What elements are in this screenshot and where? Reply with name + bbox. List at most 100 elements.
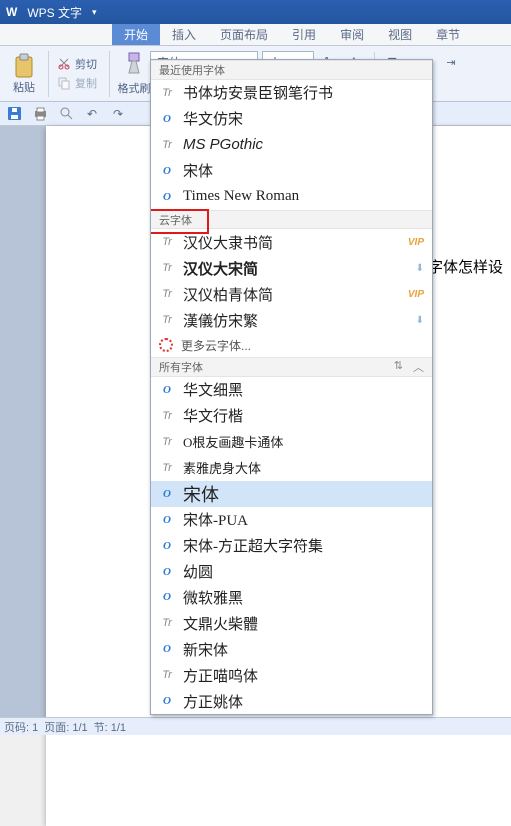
truetype-icon: Tr (159, 87, 175, 99)
chevron-up-icon[interactable]: ︿ (413, 359, 424, 375)
redo-icon[interactable]: ↷ (110, 106, 126, 122)
font-item[interactable]: O方正姚体 (151, 688, 432, 714)
font-name: 幼圆 (183, 561, 424, 582)
all-fonts-header: 所有字体 ⇅ ︿ (151, 357, 432, 377)
font-item[interactable]: O宋体 (151, 481, 432, 507)
cut-label: 剪切 (75, 56, 97, 72)
font-name: 方正喵呜体 (183, 665, 424, 686)
font-dropdown: 最近使用字体 Tr书体坊安景臣钢笔行书 O 华文仿宋 TrMS PGothic O… (150, 59, 433, 715)
brush-icon[interactable] (123, 51, 145, 80)
status-page-no: 页码: 1 (4, 719, 38, 735)
font-name: 方正姚体 (183, 691, 424, 712)
truetype-icon: Tr (159, 617, 175, 629)
font-name: 文鼎火柴體 (183, 613, 424, 634)
copy-button[interactable]: 复制 (53, 74, 101, 92)
font-item[interactable]: Tr 汉仪柏青体简 VIP (151, 281, 432, 307)
truetype-icon: Tr (159, 139, 175, 151)
font-item[interactable]: Tr 汉仪大宋简 ⬇ (151, 255, 432, 281)
font-name: 华文仿宋 (183, 108, 424, 129)
tab-chapter[interactable]: 章节 (424, 24, 472, 45)
font-name: 汉仪大宋简 (183, 258, 408, 279)
font-item[interactable]: O 微软雅黑 (151, 584, 432, 610)
copy-label: 复制 (75, 75, 97, 91)
print-preview-icon[interactable] (58, 106, 74, 122)
font-name: 宋体 (183, 160, 424, 181)
tab-page-layout[interactable]: 页面布局 (208, 24, 280, 45)
app-logo: W (2, 5, 21, 19)
font-item[interactable]: Tr 汉仪大隶书简 VIP (151, 229, 432, 255)
font-item[interactable]: Tr 方正喵呜体 (151, 662, 432, 688)
font-item[interactable]: O宋体 (151, 158, 432, 184)
pin-icon[interactable]: ⇅ (394, 359, 403, 375)
save-icon[interactable] (6, 106, 22, 122)
font-item[interactable]: O宋体-方正超大字符集 (151, 533, 432, 559)
opentype-icon: O (159, 566, 175, 578)
font-name: 微软雅黑 (183, 587, 424, 608)
cloud-download-icon[interactable]: ⬇ (416, 315, 424, 326)
tab-insert[interactable]: 插入 (160, 24, 208, 45)
copy-icon (57, 76, 71, 90)
truetype-icon: Tr (159, 236, 175, 248)
opentype-icon: O (159, 514, 175, 526)
opentype-icon: O (159, 113, 175, 125)
tab-references[interactable]: 引用 (280, 24, 328, 45)
status-section: 节: 1/1 (94, 719, 126, 735)
cloud-fonts-header: 云字体 (151, 210, 432, 230)
recent-fonts-header-label: 最近使用字体 (159, 62, 225, 78)
ribbon-sep-1 (48, 51, 49, 97)
paste-group: 粘贴 (4, 53, 44, 95)
recent-fonts-header: 最近使用字体 (151, 60, 432, 80)
clipboard-icon[interactable] (13, 53, 35, 79)
font-name: O根友画趣卡通体 (183, 432, 424, 451)
indent-button[interactable]: ⇥ (439, 51, 463, 73)
font-item[interactable]: Tr素雅虎身大体 (151, 455, 432, 481)
vip-badge: VIP (408, 237, 424, 248)
font-item[interactable]: Tr 漢儀仿宋繁 ⬇ (151, 307, 432, 333)
font-name: 华文细黑 (183, 379, 424, 400)
titlebar: W WPS 文字 ▾ (0, 0, 511, 24)
font-item[interactable]: O 宋体-PUA (151, 507, 432, 533)
font-name: 漢儀仿宋繁 (183, 310, 408, 331)
more-cloud-fonts-button[interactable]: 更多云字体... (151, 333, 432, 357)
font-item[interactable]: Tr书体坊安景臣钢笔行书 (151, 80, 432, 106)
app-title: WPS 文字 (21, 4, 88, 21)
app-title-dropdown-icon[interactable]: ▾ (88, 7, 101, 18)
vip-badge: VIP (408, 289, 424, 300)
truetype-icon: Tr (159, 288, 175, 300)
paste-label: 粘贴 (13, 79, 35, 95)
truetype-icon: Tr (159, 314, 175, 326)
opentype-icon: O (159, 643, 175, 655)
font-name: Times New Roman (183, 188, 424, 205)
font-item[interactable]: O 新宋体 (151, 636, 432, 662)
truetype-icon: Tr (159, 262, 175, 274)
font-item[interactable]: Tr 文鼎火柴體 (151, 610, 432, 636)
font-name: 宋体 (183, 481, 424, 507)
font-item[interactable]: TrMS PGothic (151, 132, 432, 158)
ribbon-sep-2 (109, 51, 110, 97)
tab-view[interactable]: 视图 (376, 24, 424, 45)
opentype-icon: O (159, 540, 175, 552)
cloud-download-icon[interactable]: ⬇ (416, 263, 424, 274)
undo-icon[interactable]: ↶ (84, 106, 100, 122)
font-item[interactable]: O 华文仿宋 (151, 106, 432, 132)
font-item[interactable]: Tr华文行楷 (151, 403, 432, 429)
status-bar: 页码: 1 页面: 1/1 节: 1/1 (0, 717, 511, 735)
cut-button[interactable]: 剪切 (53, 55, 101, 73)
truetype-icon: Tr (159, 669, 175, 681)
print-icon[interactable] (32, 106, 48, 122)
opentype-icon: O (159, 591, 175, 603)
font-name: 素雅虎身大体 (183, 458, 424, 477)
opentype-icon: O (159, 384, 175, 396)
font-name: 汉仪柏青体简 (183, 284, 400, 305)
menubar: 开始 插入 页面布局 引用 审阅 视图 章节 (0, 24, 511, 46)
font-item[interactable]: O 幼圆 (151, 559, 432, 585)
font-name: 新宋体 (183, 639, 424, 660)
font-item[interactable]: OTimes New Roman (151, 184, 432, 210)
font-name: 宋体-PUA (183, 509, 424, 530)
tab-start[interactable]: 开始 (112, 24, 160, 45)
font-name: 汉仪大隶书简 (183, 232, 400, 253)
font-item[interactable]: TrO根友画趣卡通体 (151, 429, 432, 455)
tab-review[interactable]: 审阅 (328, 24, 376, 45)
scissors-icon (57, 57, 71, 71)
font-item[interactable]: O 华文细黑 (151, 377, 432, 403)
